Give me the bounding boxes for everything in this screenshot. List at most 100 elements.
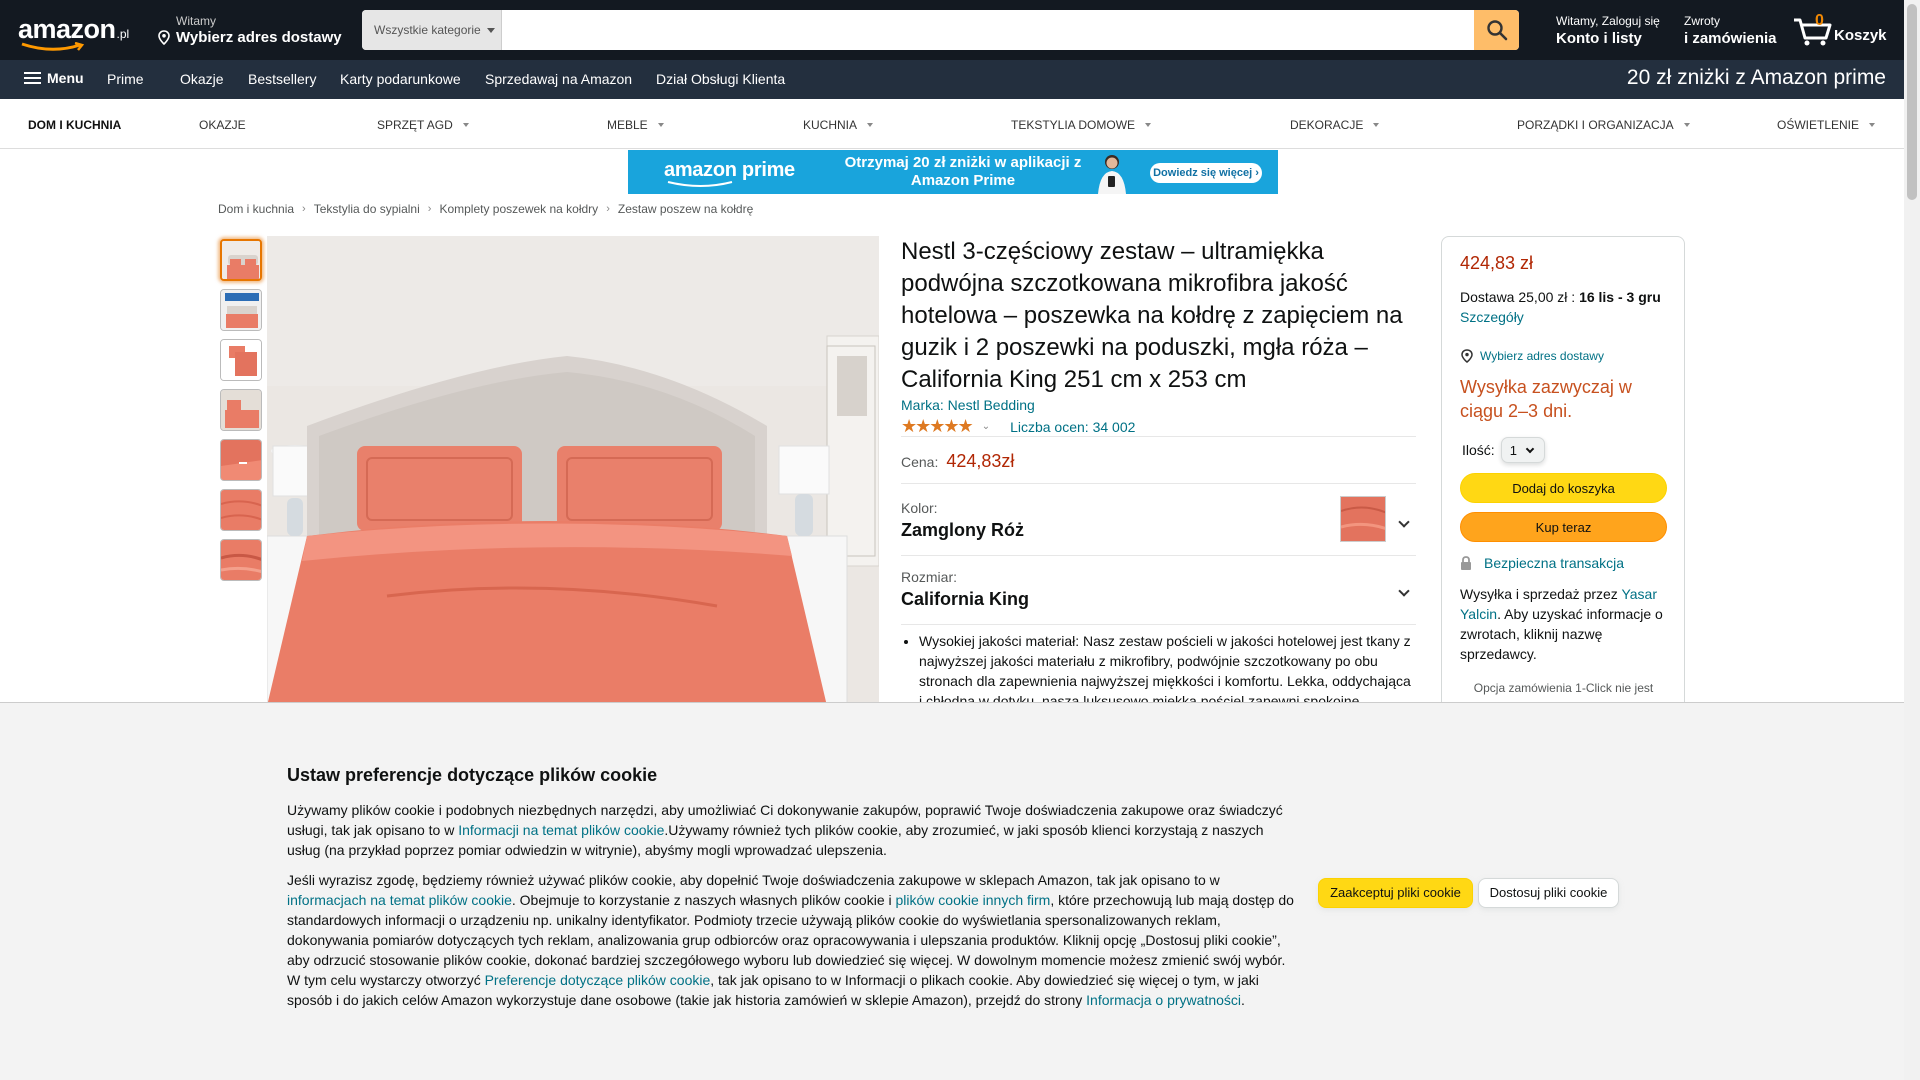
size-selector[interactable]: Rozmiar: California King <box>901 569 1416 610</box>
category-nav: DOM I KUCHNIA OKAZJE SPRZĘT AGD MEBLE KU… <box>0 99 1904 149</box>
chevron-down-icon <box>1525 444 1535 453</box>
category-kitchen[interactable]: KUCHNIA <box>803 118 874 132</box>
dropdown-arrow-icon <box>462 123 469 127</box>
menu-button[interactable]: Menu <box>24 70 84 86</box>
scrollbar-thumb[interactable] <box>1907 4 1917 200</box>
cart-count: 0 <box>1815 12 1824 29</box>
dropdown-arrow-icon <box>1145 123 1152 127</box>
thumbnail-6[interactable] <box>220 489 262 531</box>
seller-prefix: Wysyłka i sprzedaż przez <box>1460 586 1622 602</box>
category-kitchen-label: KUCHNIA <box>803 118 858 132</box>
deliver-to[interactable]: Witamy Wybierz adres dostawy <box>156 14 342 48</box>
buy-now-button[interactable]: Kup teraz <box>1460 512 1667 542</box>
search-category-select[interactable]: Wszystkie kategorie <box>362 10 502 50</box>
page-scrollbar[interactable] <box>1904 0 1920 1080</box>
cookie-info-link[interactable]: informacjach na temat plików cookie <box>287 892 512 908</box>
cookie-preferences-link[interactable]: Preferencje dotyczące plików cookie <box>485 972 711 988</box>
subnav-link-bestsellers[interactable]: Bestsellery <box>248 71 316 87</box>
sub-nav: Menu Prime Okazje Bestsellery Karty poda… <box>0 60 1904 99</box>
thumbnail-2[interactable] <box>220 289 262 331</box>
deliver-address: Wybierz adres dostawy <box>176 29 342 46</box>
breadcrumb-item[interactable]: Dom i kuchnia <box>218 202 294 216</box>
thumbnail-infographic-image <box>221 290 261 330</box>
quantity-row: Ilość: 1 <box>1462 437 1545 463</box>
banner-cta-button[interactable]: Dowiedz się więcej › <box>1150 163 1262 183</box>
rating-stars-icon[interactable]: ★★★★★ <box>901 416 974 437</box>
quantity-select[interactable]: 1 <box>1500 437 1545 463</box>
menu-label: Menu <box>47 70 84 86</box>
cookie-paragraph-2: Jeśli wyrazisz zgodę, będziemy również u… <box>287 870 1297 1010</box>
color-value: Zamglony Róż <box>901 520 1025 540</box>
search-input[interactable] <box>502 10 1474 50</box>
category-decor[interactable]: DEKORACJE <box>1290 118 1380 132</box>
category-home-textiles[interactable]: TEKSTYLIA DOMOWE <box>1011 118 1152 132</box>
chevron-right-icon: › <box>427 203 432 215</box>
subnav-link-customer-service[interactable]: Dział Obsługi Klienta <box>656 71 785 87</box>
category-appliances[interactable]: SPRZĘT AGD <box>377 118 469 132</box>
prime-smile-icon <box>667 181 733 187</box>
category-deals[interactable]: OKAZJE <box>199 118 246 132</box>
prime-promo[interactable]: 20 zł zniżki z Amazon prime <box>1627 66 1886 90</box>
chevron-down-icon[interactable]: ⌄ <box>982 421 990 432</box>
thumbnail-4[interactable] <box>220 389 262 431</box>
returns-orders[interactable]: Zwroty i zamówienia <box>1684 14 1777 48</box>
banner-brand: amazon prime <box>664 159 795 181</box>
choose-address-link[interactable]: Wybierz adres dostawy <box>1460 349 1604 363</box>
product-title: Nestl 3-częściowy zestaw – ultramiękka p… <box>901 238 1403 393</box>
color-swatch[interactable] <box>1340 496 1386 542</box>
bedroom-bedding-image <box>267 236 879 706</box>
breadcrumb-item[interactable]: Komplety poszewek na kołdry <box>439 202 598 216</box>
divider <box>901 436 1416 437</box>
logo-tld: .pl <box>116 27 130 41</box>
buybox-price: 424,83 zł <box>1460 253 1534 273</box>
size-value: California King <box>901 589 1030 609</box>
third-party-cookies-link[interactable]: plików cookie innych firm <box>896 892 1051 908</box>
add-to-cart-button[interactable]: Dodaj do koszyka <box>1460 473 1667 503</box>
thumbnail-5[interactable] <box>220 439 262 481</box>
cookie-consent-banner: Ustaw preferencje dotyczące plików cooki… <box>0 702 1904 1080</box>
returns-label: Zwroty <box>1684 14 1720 28</box>
prime-banner[interactable]: amazon prime Otrzymaj 20 zł zniżki w apl… <box>628 150 1278 194</box>
color-selector[interactable]: Kolor: Zamglony Róż <box>901 500 1416 541</box>
feature-bullets: Wysokiej jakości materiał: Nasz zestaw p… <box>901 631 1416 711</box>
thumbnail-3[interactable] <box>220 339 262 381</box>
category-organization[interactable]: PORZĄDKI I ORGANIZACJA <box>1517 118 1690 132</box>
amazon-logo[interactable]: amazon.pl <box>18 14 138 51</box>
category-lighting[interactable]: OŚWIETLENIE <box>1777 118 1876 132</box>
category-furniture[interactable]: MEBLE <box>607 118 664 132</box>
dropdown-arrow-icon <box>1373 123 1380 127</box>
thumbnail-7[interactable] <box>220 539 262 581</box>
main-product-image[interactable] <box>267 236 879 706</box>
rating-count-link[interactable]: Liczba ocen: 34 002 <box>1010 419 1135 435</box>
size-label: Rozmiar: <box>901 569 958 585</box>
account-menu[interactable]: Witamy, Zaloguj się Konto i listy <box>1556 14 1660 48</box>
brand-link[interactable]: Marka: Nestl Bedding <box>901 397 1035 413</box>
fabric-swatch-image <box>1341 497 1385 541</box>
cart-button[interactable]: 0 Koszyk <box>1792 10 1892 50</box>
subnav-link-sell[interactable]: Sprzedawaj na Amazon <box>485 71 632 87</box>
hamburger-icon <box>24 71 41 85</box>
search-button[interactable] <box>1474 10 1519 50</box>
subnav-link-deals[interactable]: Okazje <box>180 71 224 87</box>
divider <box>901 555 1416 556</box>
subnav-link-gift-cards[interactable]: Karty podarunkowe <box>340 71 461 87</box>
search-category-label: Wszystkie kategorie <box>374 23 481 37</box>
cookie-info-link[interactable]: Informacji na temat plików cookie <box>458 822 664 838</box>
seller-info: Wysyłka i sprzedaż przez Yasar Yalcin. A… <box>1460 584 1670 664</box>
dropdown-arrow-icon <box>657 123 664 127</box>
thumbnail-1[interactable] <box>220 239 262 281</box>
breadcrumb-item[interactable]: Zestaw poszew na kołdrę <box>618 202 753 216</box>
dropdown-arrow-icon <box>867 123 874 127</box>
price-row: Cena: 424,83zł <box>901 451 1014 472</box>
delivery-details-link[interactable]: Szczegóły <box>1460 309 1524 325</box>
breadcrumb: Dom i kuchnia › Tekstylia do sypialni › … <box>218 202 753 216</box>
category-home-kitchen[interactable]: DOM I KUCHNIA <box>28 118 121 132</box>
accept-cookies-button[interactable]: Zaakceptuj pliki cookie <box>1318 878 1473 908</box>
customize-cookies-button[interactable]: Dostosuj pliki cookie <box>1478 878 1619 908</box>
delivery-dates: 16 lis - 3 gru <box>1579 289 1661 305</box>
delivery-info: Dostawa 25,00 zł : 16 lis - 3 gru Szczeg… <box>1460 287 1675 327</box>
subnav-link-prime[interactable]: Prime <box>107 71 144 87</box>
privacy-notice-link[interactable]: Informacja o prywatności <box>1086 992 1241 1008</box>
secure-transaction[interactable]: Bezpieczna transakcja <box>1460 555 1624 571</box>
breadcrumb-item[interactable]: Tekstylia do sypialni <box>314 202 420 216</box>
